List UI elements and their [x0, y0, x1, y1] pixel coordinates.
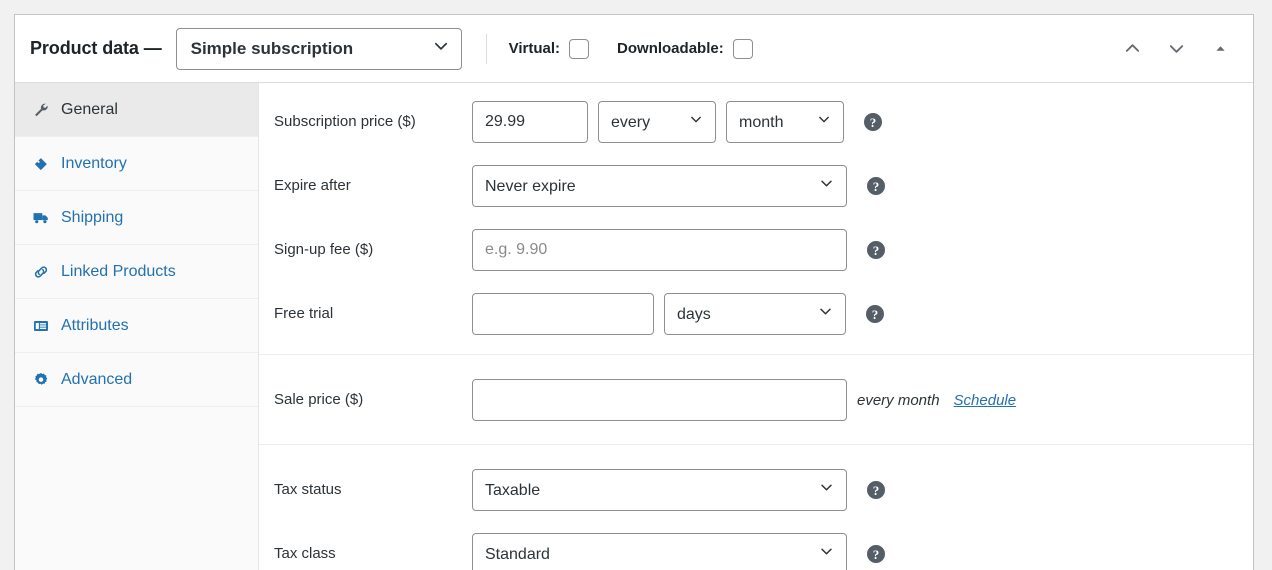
product-data-body: General Inventory	[15, 83, 1253, 570]
expire-after-help-icon[interactable]: ?	[867, 177, 885, 195]
subscription-interval-wrapper: every	[598, 101, 716, 143]
page-title: Product data —	[30, 38, 162, 59]
page-background: Product data — Simple subscription Virtu…	[0, 0, 1272, 570]
sale-price-period-note: every month	[857, 392, 940, 409]
triangle-up-icon[interactable]	[1205, 34, 1235, 64]
signup-fee-help-icon[interactable]: ?	[867, 241, 885, 259]
product-data-header: Product data — Simple subscription Virtu…	[15, 15, 1253, 83]
subscription-options-section: Subscription price ($) every	[259, 99, 1253, 354]
free-trial-unit-wrapper: days	[664, 293, 846, 335]
free-trial-help-icon[interactable]: ?	[866, 305, 884, 323]
signup-fee-label: Sign-up fee ($)	[274, 240, 472, 260]
sidebar-item-label: Advanced	[61, 372, 132, 388]
sidebar-item-general[interactable]: General	[15, 83, 258, 137]
downloadable-checkbox-group[interactable]: Downloadable:	[617, 39, 753, 59]
product-data-metabox: Product data — Simple subscription Virtu…	[14, 14, 1254, 570]
tax-status-label: Tax status	[274, 480, 472, 500]
sidebar-item-label: Inventory	[61, 156, 127, 172]
subscription-price-label: Subscription price ($)	[274, 112, 472, 132]
expire-after-label: Expire after	[274, 176, 472, 196]
schedule-sale-link[interactable]: Schedule	[954, 392, 1017, 409]
sale-price-label: Sale price ($)	[274, 390, 472, 410]
header-actions	[1117, 34, 1239, 64]
wrench-icon	[30, 99, 52, 121]
free-trial-row: Free trial days ?	[259, 291, 1253, 337]
sidebar-item-label: Linked Products	[61, 264, 176, 280]
virtual-label: Virtual:	[509, 40, 560, 57]
sale-price-section: Sale price ($) every month Schedule	[259, 354, 1253, 444]
truck-icon	[30, 207, 52, 229]
free-trial-input[interactable]	[472, 293, 654, 335]
virtual-checkbox-group[interactable]: Virtual:	[509, 39, 589, 59]
tax-section: Tax status Taxable ? Tax class	[259, 444, 1253, 570]
sidebar-item-inventory[interactable]: Inventory	[15, 137, 258, 191]
subscription-period-select[interactable]: month	[726, 101, 844, 143]
tax-status-help-icon[interactable]: ?	[867, 481, 885, 499]
sidebar-item-linked-products[interactable]: Linked Products	[15, 245, 258, 299]
downloadable-label: Downloadable:	[617, 40, 724, 57]
signup-fee-row: Sign-up fee ($) ?	[259, 227, 1253, 273]
tax-class-label: Tax class	[274, 544, 472, 564]
sidebar-item-shipping[interactable]: Shipping	[15, 191, 258, 245]
sidebar-item-advanced[interactable]: Advanced	[15, 353, 258, 407]
tax-class-help-icon[interactable]: ?	[867, 545, 885, 563]
free-trial-unit-select[interactable]: days	[664, 293, 846, 335]
subscription-price-help-icon[interactable]: ?	[864, 113, 882, 131]
tax-class-row: Tax class Standard ?	[259, 531, 1253, 570]
tax-status-row: Tax status Taxable ?	[259, 467, 1253, 513]
product-type-select-wrapper: Simple subscription	[176, 28, 462, 70]
gear-icon	[30, 369, 52, 391]
subscription-price-row: Subscription price ($) every	[259, 99, 1253, 145]
expire-after-row: Expire after Never expire ?	[259, 163, 1253, 209]
tax-class-select[interactable]: Standard	[472, 533, 847, 570]
tag-icon	[30, 153, 52, 175]
product-data-tabs: General Inventory	[15, 83, 259, 570]
virtual-checkbox[interactable]	[569, 39, 589, 59]
free-trial-label: Free trial	[274, 304, 472, 324]
subscription-period-wrapper: month	[726, 101, 844, 143]
chevron-down-icon[interactable]	[1161, 34, 1191, 64]
expire-after-select[interactable]: Never expire	[472, 165, 847, 207]
subscription-interval-select[interactable]: every	[598, 101, 716, 143]
sidebar-item-attributes[interactable]: Attributes	[15, 299, 258, 353]
general-tab-panel: Subscription price ($) every	[259, 83, 1253, 570]
expire-after-wrapper: Never expire	[472, 165, 847, 207]
tax-status-select[interactable]: Taxable	[472, 469, 847, 511]
sidebar-item-label: Attributes	[61, 318, 129, 334]
sidebar-item-label: General	[61, 102, 118, 118]
sidebar-item-label: Shipping	[61, 210, 123, 226]
signup-fee-input[interactable]	[472, 229, 847, 271]
sale-price-row: Sale price ($) every month Schedule	[259, 377, 1253, 423]
subscription-price-input[interactable]	[472, 101, 588, 143]
downloadable-checkbox[interactable]	[733, 39, 753, 59]
link-icon	[30, 261, 52, 283]
sale-price-input[interactable]	[472, 379, 847, 421]
tax-status-wrapper: Taxable	[472, 469, 847, 511]
tax-class-wrapper: Standard	[472, 533, 847, 570]
list-icon	[30, 315, 52, 337]
header-divider	[486, 34, 487, 64]
product-type-select[interactable]: Simple subscription	[176, 28, 462, 70]
chevron-up-icon[interactable]	[1117, 34, 1147, 64]
